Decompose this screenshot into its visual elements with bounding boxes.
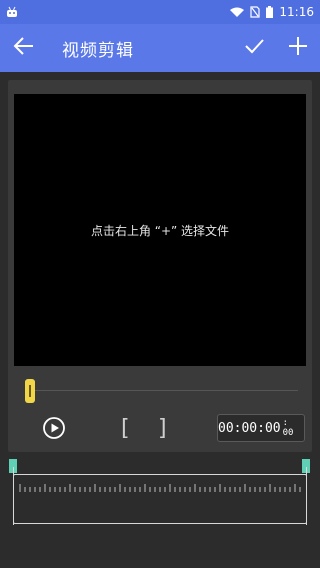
scrub-track[interactable] <box>30 390 298 391</box>
play-button[interactable] <box>42 416 66 440</box>
timeline-strip[interactable] <box>13 474 307 524</box>
checkmark-icon <box>243 35 265 61</box>
battery-icon <box>266 6 274 18</box>
editor-panel: 点击右上角 “+” 选择文件 [ ] 00:00:00 : 00 <box>8 80 312 452</box>
status-bar: 11:16 <box>0 0 320 24</box>
playback-controls: [ ] 00:00:00 : 00 <box>8 410 312 448</box>
play-icon <box>42 417 66 444</box>
status-time: 11:16 <box>279 5 314 19</box>
wifi-icon <box>230 7 245 18</box>
set-start-button[interactable]: [ <box>121 416 130 441</box>
no-sim-icon <box>250 6 261 18</box>
android-icon <box>6 6 18 18</box>
time-main: 00:00:00 <box>218 420 281 436</box>
time-display: 00:00:00 : 00 <box>217 414 305 442</box>
arrow-left-icon <box>13 35 35 61</box>
time-frames: : 00 <box>282 418 294 438</box>
app-bar: 视频剪辑 <box>0 24 320 72</box>
page-title: 视频剪辑 <box>62 40 134 61</box>
timeline-ticks <box>19 484 301 492</box>
video-preview[interactable]: 点击右上角 “+” 选择文件 <box>14 94 306 366</box>
scrub-handle[interactable] <box>25 379 35 403</box>
plus-icon <box>287 35 309 61</box>
preview-hint: 点击右上角 “+” 选择文件 <box>90 223 230 238</box>
add-file-button[interactable] <box>276 24 320 72</box>
confirm-button[interactable] <box>232 24 276 72</box>
back-button[interactable] <box>0 24 48 72</box>
set-end-button[interactable]: ] <box>158 416 167 441</box>
